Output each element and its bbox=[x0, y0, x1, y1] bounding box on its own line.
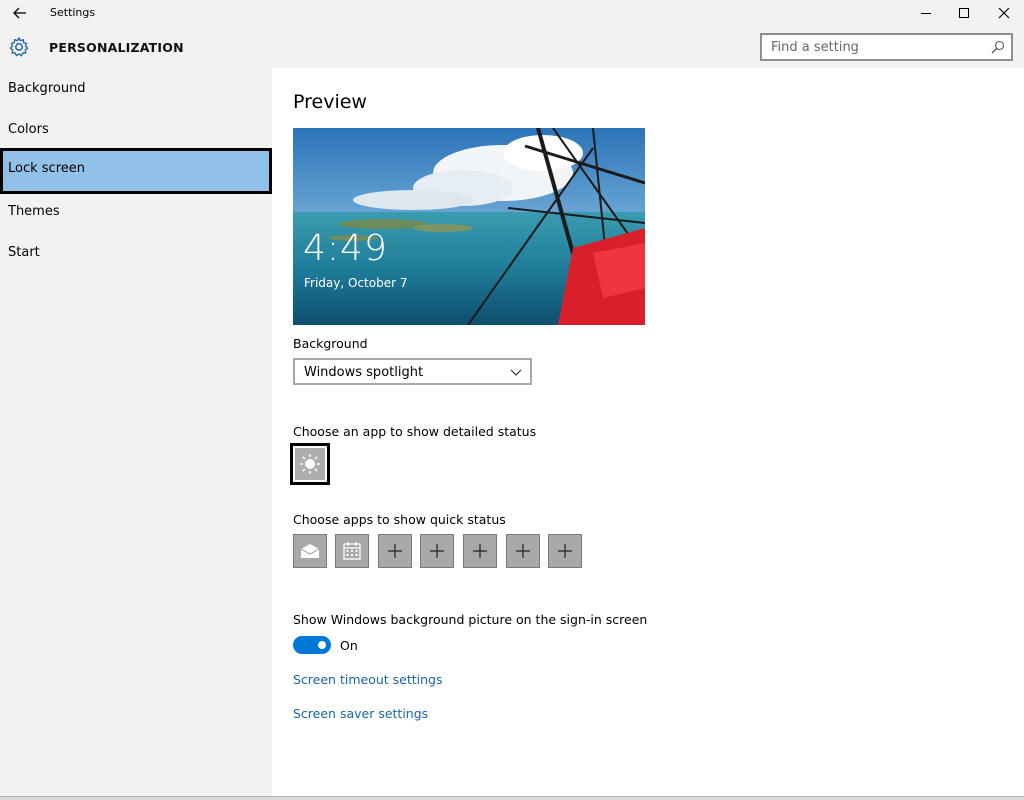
preview-time: 4:49 bbox=[303, 228, 388, 269]
detailed-status-app-button[interactable] bbox=[290, 443, 330, 485]
window-bottom-edge bbox=[0, 796, 1024, 800]
quick-status-add-button[interactable] bbox=[548, 534, 582, 568]
maximize-icon bbox=[959, 8, 969, 18]
gear-icon bbox=[9, 37, 29, 57]
sidebar-item-themes[interactable]: Themes bbox=[0, 191, 272, 232]
chevron-down-icon bbox=[510, 369, 522, 376]
background-dropdown-value: Windows spotlight bbox=[304, 365, 424, 380]
detailed-status-label: Choose an app to show detailed status bbox=[293, 424, 537, 439]
quick-status-add-button[interactable] bbox=[378, 534, 412, 568]
signin-background-toggle[interactable] bbox=[293, 636, 331, 654]
plus-icon bbox=[516, 544, 530, 558]
lock-screen-preview: 4:49 Friday, October 7 bbox=[293, 128, 645, 325]
preview-image bbox=[293, 128, 645, 325]
toggle-state-label: On bbox=[340, 638, 358, 653]
quick-status-add-button[interactable] bbox=[420, 534, 454, 568]
plus-icon bbox=[473, 544, 487, 558]
sidebar: Background Colors Lock screen Themes Sta… bbox=[0, 68, 272, 796]
quick-status-add-button[interactable] bbox=[463, 534, 497, 568]
preview-date: Friday, October 7 bbox=[304, 276, 408, 290]
maximize-button[interactable] bbox=[944, 0, 984, 26]
signin-background-label: Show Windows background picture on the s… bbox=[293, 612, 648, 627]
quick-status-add-button[interactable] bbox=[506, 534, 540, 568]
page-header: PERSONALIZATION Find a setting bbox=[0, 26, 1024, 68]
weather-sun-icon bbox=[300, 454, 320, 474]
quick-status-calendar-button[interactable] bbox=[335, 534, 369, 568]
background-dropdown[interactable]: Windows spotlight bbox=[293, 358, 532, 385]
page-title: PERSONALIZATION bbox=[49, 40, 184, 55]
plus-icon bbox=[388, 544, 402, 558]
toggle-knob bbox=[318, 641, 326, 649]
sidebar-item-start[interactable]: Start bbox=[0, 232, 272, 273]
plus-icon bbox=[430, 544, 444, 558]
detailed-status-tile bbox=[295, 448, 325, 480]
arrow-left-icon bbox=[13, 7, 26, 19]
calendar-icon bbox=[343, 542, 361, 560]
minimize-button[interactable] bbox=[906, 0, 946, 26]
quick-status-label: Choose apps to show quick status bbox=[293, 512, 506, 527]
plus-icon bbox=[558, 544, 572, 558]
search-input[interactable]: Find a setting bbox=[760, 33, 1013, 61]
title-bar: Settings bbox=[0, 0, 1024, 26]
back-button[interactable] bbox=[0, 0, 40, 26]
window-title: Settings bbox=[50, 6, 96, 19]
sidebar-item-lock-screen[interactable]: Lock screen bbox=[0, 148, 272, 194]
minimize-icon bbox=[921, 13, 931, 14]
search-placeholder: Find a setting bbox=[771, 40, 859, 55]
screen-saver-link[interactable]: Screen saver settings bbox=[293, 706, 428, 721]
main-content: Preview 4:49 Friday, October 7 Backgroun… bbox=[272, 68, 1024, 796]
sidebar-item-background[interactable]: Background bbox=[0, 68, 272, 109]
background-label: Background bbox=[293, 336, 368, 351]
close-icon bbox=[998, 7, 1010, 19]
preview-heading: Preview bbox=[293, 91, 367, 113]
search-icon[interactable] bbox=[991, 40, 1005, 54]
close-button[interactable] bbox=[984, 0, 1024, 26]
mail-icon bbox=[300, 544, 320, 558]
sidebar-item-colors[interactable]: Colors bbox=[0, 109, 272, 150]
screen-timeout-link[interactable]: Screen timeout settings bbox=[293, 672, 442, 687]
quick-status-mail-button[interactable] bbox=[293, 534, 327, 568]
